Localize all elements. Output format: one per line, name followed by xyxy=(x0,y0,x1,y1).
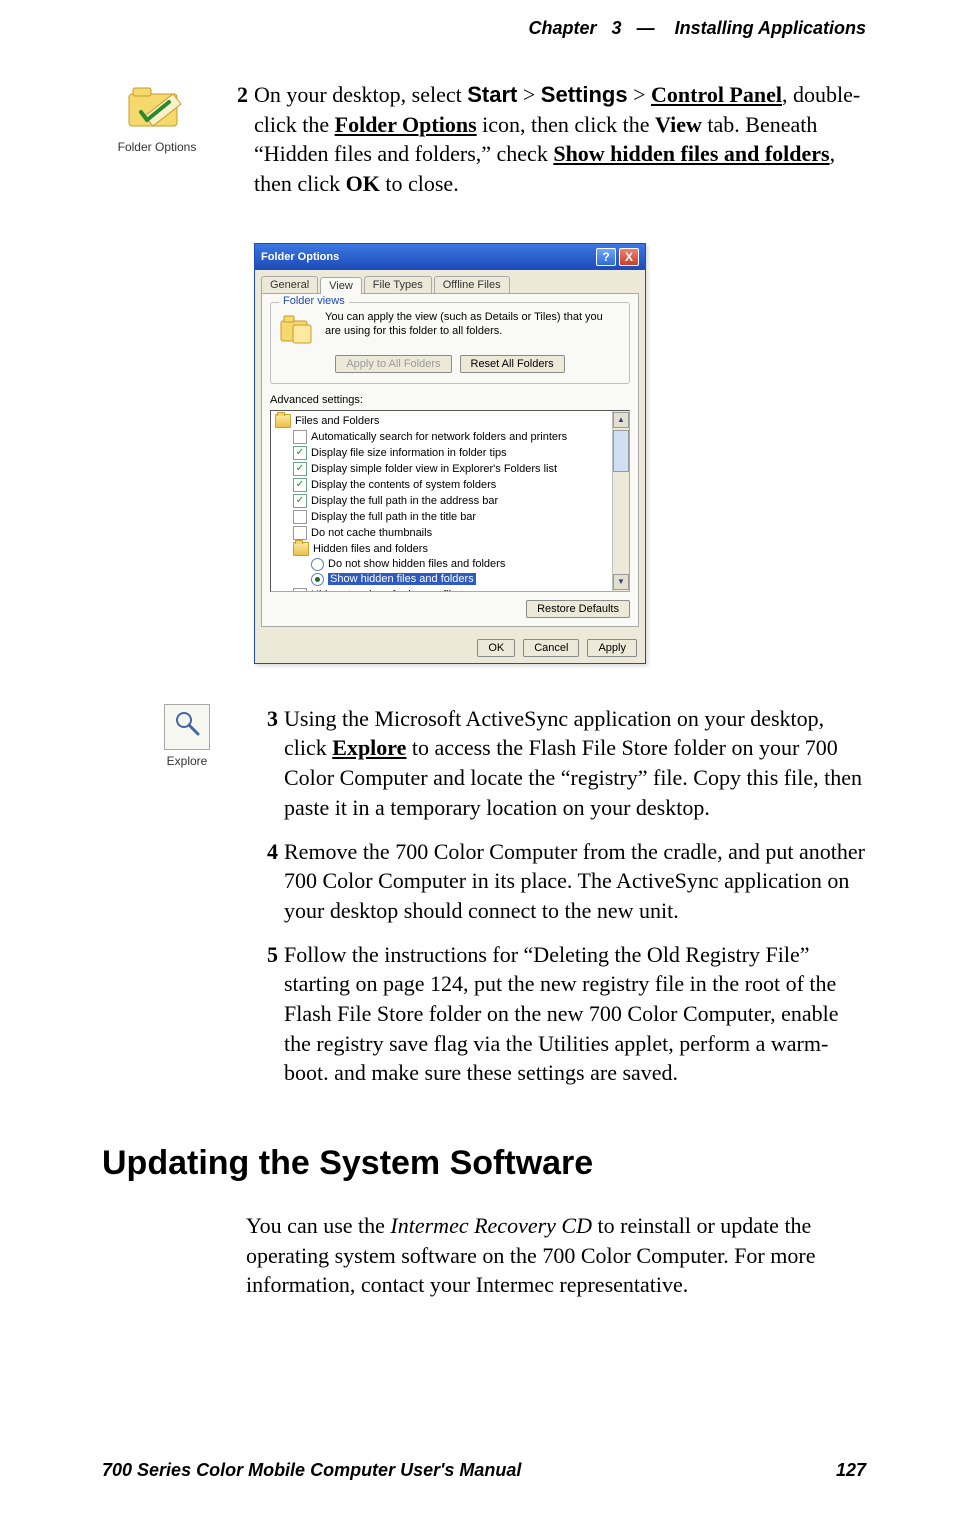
explore-icon-column: Explore xyxy=(102,704,242,768)
explore-icon-label: Explore xyxy=(132,754,242,768)
page-header: Chapter 3 — Installing Applications xyxy=(528,18,866,39)
folder-views-icon xyxy=(279,311,315,347)
view-tab-panel: Folder views You can apply the view (suc… xyxy=(261,293,639,627)
page-number: 127 xyxy=(836,1460,866,1481)
radio-icon[interactable] xyxy=(311,558,324,571)
folder-icon xyxy=(275,414,291,428)
page-footer: 700 Series Color Mobile Computer User's … xyxy=(102,1460,866,1481)
step-2-text: 2On your desktop, select Start > Setting… xyxy=(226,80,866,199)
checkbox-icon[interactable]: ✓ xyxy=(293,588,307,592)
dialog-titlebar: Folder Options ? X xyxy=(255,244,645,270)
folder-options-icon-label: Folder Options xyxy=(102,140,212,154)
manual-title: 700 Series Color Mobile Computer User's … xyxy=(102,1460,521,1481)
reset-all-folders-button[interactable]: Reset All Folders xyxy=(460,355,565,373)
step-4-number: 4 xyxy=(256,837,278,867)
checkbox-icon[interactable]: ✓ xyxy=(293,510,307,524)
section-body-paragraph: You can use the Intermec Recovery CD to … xyxy=(102,1211,866,1300)
checkbox-icon[interactable]: ✓ xyxy=(293,494,307,508)
step-2-number: 2 xyxy=(226,80,248,110)
tree-item[interactable]: ✓Display the full path in the title bar xyxy=(275,509,625,525)
tree-item[interactable]: ✓Display the full path in the address ba… xyxy=(275,493,625,509)
advanced-settings-label: Advanced settings: xyxy=(270,394,630,406)
advanced-settings-tree[interactable]: Files and Folders ✓Automatically search … xyxy=(270,410,630,592)
tree-item[interactable]: ✓Hide extensions for known file types xyxy=(275,587,625,592)
cancel-button[interactable]: Cancel xyxy=(523,639,579,657)
step-3-number: 3 xyxy=(256,704,278,734)
folder-options-icon xyxy=(123,80,191,136)
folder-views-text: You can apply the view (such as Details … xyxy=(325,311,621,339)
step-3-text: 3Using the Microsoft ActiveSync applicat… xyxy=(256,704,866,823)
folder-icon xyxy=(293,542,309,556)
section-heading: Updating the System Software xyxy=(102,1144,866,1183)
step-4-text: 4Remove the 700 Color Computer from the … xyxy=(256,837,866,926)
apply-to-all-folders-button[interactable]: Apply to All Folders xyxy=(335,355,451,373)
tab-file-types[interactable]: File Types xyxy=(364,276,432,293)
tree-radio-option-selected[interactable]: Show hidden files and folders xyxy=(275,572,625,587)
tree-item[interactable]: ✓Display simple folder view in Explorer'… xyxy=(275,461,625,477)
checkbox-icon[interactable]: ✓ xyxy=(293,526,307,540)
tree-radio-option[interactable]: Do not show hidden files and folders xyxy=(275,557,625,572)
step-5-text: 5Follow the instructions for “Deleting t… xyxy=(256,940,866,1088)
restore-defaults-button[interactable]: Restore Defaults xyxy=(526,600,630,618)
chapter-title: Installing Applications xyxy=(675,18,866,38)
scroll-thumb[interactable] xyxy=(613,430,629,472)
chapter-label: Chapter xyxy=(528,18,596,38)
tree-item[interactable]: ✓Display the contents of system folders xyxy=(275,477,625,493)
step-5-number: 5 xyxy=(256,940,278,970)
close-button[interactable]: X xyxy=(619,248,639,266)
ok-button[interactable]: OK xyxy=(477,639,515,657)
checkbox-icon[interactable]: ✓ xyxy=(293,478,307,492)
scroll-up-icon[interactable]: ▲ xyxy=(613,412,629,428)
step-2-block: Folder Options 2On your desktop, select … xyxy=(102,80,866,213)
step-3-block: Explore 3Using the Microsoft ActiveSync … xyxy=(102,704,866,1102)
dialog-tabbar: General View File Types Offline Files xyxy=(255,270,645,293)
tree-item[interactable]: ✓Automatically search for network folder… xyxy=(275,429,625,445)
chapter-number: 3 xyxy=(612,18,622,38)
apply-button[interactable]: Apply xyxy=(587,639,637,657)
dialog-title: Folder Options xyxy=(261,251,339,263)
tab-general[interactable]: General xyxy=(261,276,318,293)
folder-options-dialog: Folder Options ? X General View File Typ… xyxy=(254,243,646,664)
radio-icon[interactable] xyxy=(311,573,324,586)
tab-view[interactable]: View xyxy=(320,277,362,294)
dialog-button-row: OK Cancel Apply xyxy=(255,633,645,663)
folder-views-group: Folder views You can apply the view (suc… xyxy=(270,302,630,384)
tree-item[interactable]: ✓Display file size information in folder… xyxy=(275,445,625,461)
checkbox-icon[interactable]: ✓ xyxy=(293,430,307,444)
folder-options-icon-column: Folder Options xyxy=(102,80,212,154)
scroll-down-icon[interactable]: ▼ xyxy=(613,574,629,590)
help-button[interactable]: ? xyxy=(596,248,616,266)
vertical-scrollbar[interactable]: ▲ ▼ xyxy=(612,411,629,591)
tree-item[interactable]: ✓Do not cache thumbnails xyxy=(275,525,625,541)
folder-options-dialog-figure: Folder Options ? X General View File Typ… xyxy=(254,243,866,664)
checkbox-icon[interactable]: ✓ xyxy=(293,462,307,476)
tab-offline-files[interactable]: Offline Files xyxy=(434,276,510,293)
chapter-separator: — xyxy=(637,18,655,38)
explore-icon xyxy=(164,704,210,750)
checkbox-icon[interactable]: ✓ xyxy=(293,446,307,460)
tree-group: Hidden files and folders xyxy=(275,541,625,557)
folder-views-legend: Folder views xyxy=(279,295,349,307)
tree-root: Files and Folders xyxy=(275,413,625,429)
